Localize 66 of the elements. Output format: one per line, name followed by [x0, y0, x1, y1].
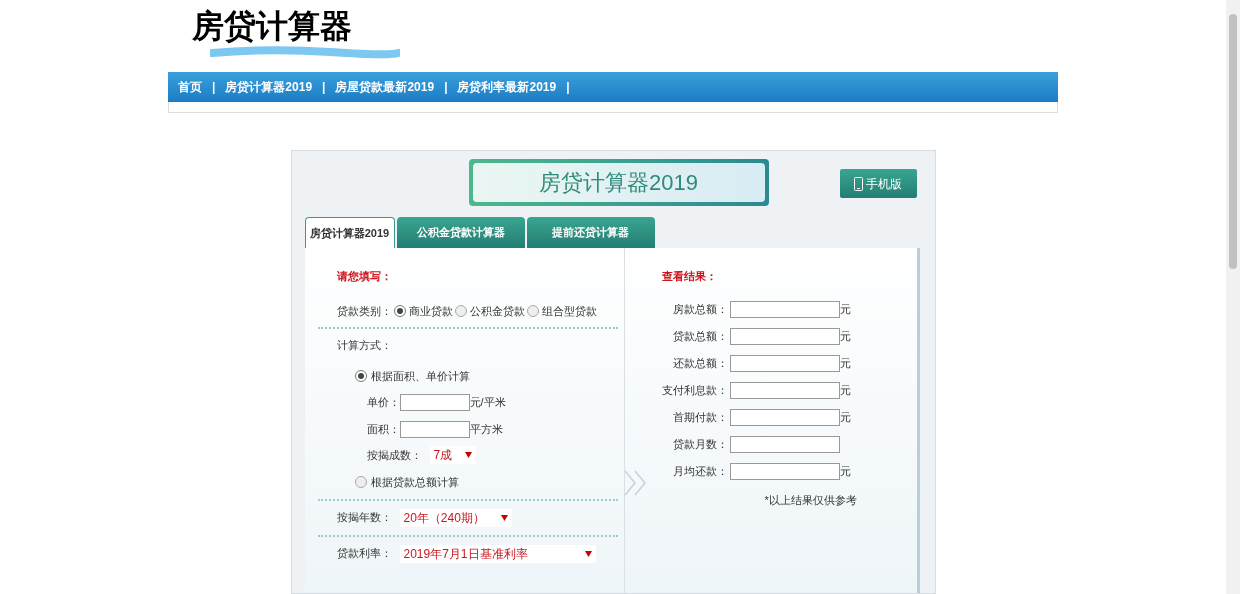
- field-label: 贷款利率：: [336, 546, 392, 562]
- field-label: 支付利息款：: [661, 382, 728, 398]
- field-label: 贷款月数：: [671, 436, 728, 452]
- field-label: 房款总额：: [671, 301, 728, 317]
- unit-label: 元: [839, 328, 851, 344]
- field-label: 还款总额：: [671, 355, 728, 371]
- nav-separator: |: [566, 79, 570, 96]
- field-label: 贷款总额：: [671, 328, 728, 344]
- caret-icon: [500, 514, 508, 521]
- radio-label: 根据面积、单价计算: [370, 368, 470, 384]
- input-field[interactable]: [729, 300, 840, 318]
- input-field[interactable]: [729, 435, 840, 453]
- input-field[interactable]: [399, 394, 470, 411]
- tab[interactable]: 房贷计算器2019: [304, 217, 395, 248]
- chevron-icon: [623, 470, 648, 496]
- field-label: 按揭年数：: [336, 510, 392, 526]
- radio-button[interactable]: [354, 476, 367, 489]
- field-label: 贷款类别：: [336, 303, 392, 319]
- radio-button[interactable]: [526, 304, 539, 317]
- nav-link[interactable]: 房贷计算器2019: [225, 78, 313, 96]
- unit-label: 元: [839, 301, 851, 317]
- input-field[interactable]: [729, 462, 840, 480]
- nav-link[interactable]: 房屋贷款最新2019: [335, 78, 435, 96]
- logo-title: 房贷计算器: [192, 6, 353, 46]
- tab[interactable]: 公积金贷款计算器: [396, 217, 525, 248]
- field-label: 计算方式：: [335, 338, 393, 353]
- section-heading: 查看结果：: [661, 269, 718, 284]
- section-heading: 请您填写：: [335, 269, 393, 284]
- field-label: 单价：: [366, 395, 400, 411]
- unit-label: 元: [839, 382, 851, 398]
- unit-label: 元: [839, 355, 851, 371]
- field-label: 按揭成数：: [366, 447, 422, 463]
- radio-label: 商业贷款: [408, 303, 453, 319]
- input-field[interactable]: [729, 354, 840, 372]
- unit-label: 元: [839, 463, 851, 479]
- dropdown[interactable]: 7成: [429, 446, 476, 464]
- nav-separator: |: [212, 79, 216, 96]
- tab[interactable]: 提前还贷计算器: [526, 217, 655, 248]
- radio-label: 根据贷款总额计算: [370, 475, 459, 490]
- radio-button[interactable]: [354, 369, 367, 382]
- dropdown[interactable]: 2019年7月1日基准利率: [399, 544, 596, 563]
- unit-label: 元/平米: [469, 395, 506, 411]
- input-field[interactable]: [729, 381, 840, 399]
- radio-label: 组合型贷款: [541, 303, 597, 319]
- dropdown[interactable]: 20年（240期）: [399, 508, 512, 527]
- phone-icon: [854, 176, 863, 191]
- radio-button[interactable]: [454, 304, 467, 317]
- input-field[interactable]: [399, 421, 470, 438]
- nav-link[interactable]: 首页: [178, 78, 202, 96]
- nav-link[interactable]: 房贷利率最新2019: [457, 78, 557, 96]
- field-label: 月均还款：: [671, 463, 728, 479]
- input-field[interactable]: [729, 408, 840, 426]
- field-label: 首期付款：: [671, 409, 728, 425]
- title-banner: 房贷计算器2019: [468, 159, 769, 206]
- caret-icon: [464, 452, 472, 458]
- radio-button[interactable]: [393, 304, 406, 317]
- field-label: 面积：: [366, 422, 400, 438]
- unit-label: 元: [839, 409, 851, 425]
- disclaimer-note: *以上结果仅供参考: [763, 492, 858, 508]
- caret-icon: [584, 550, 592, 557]
- nav-separator: |: [444, 79, 448, 96]
- radio-label: 公积金贷款: [469, 303, 525, 319]
- mobile-version-button[interactable]: 手机版: [839, 169, 917, 198]
- input-field[interactable]: [729, 327, 840, 345]
- nav-separator: |: [322, 79, 326, 96]
- unit-label: 平方米: [469, 422, 503, 438]
